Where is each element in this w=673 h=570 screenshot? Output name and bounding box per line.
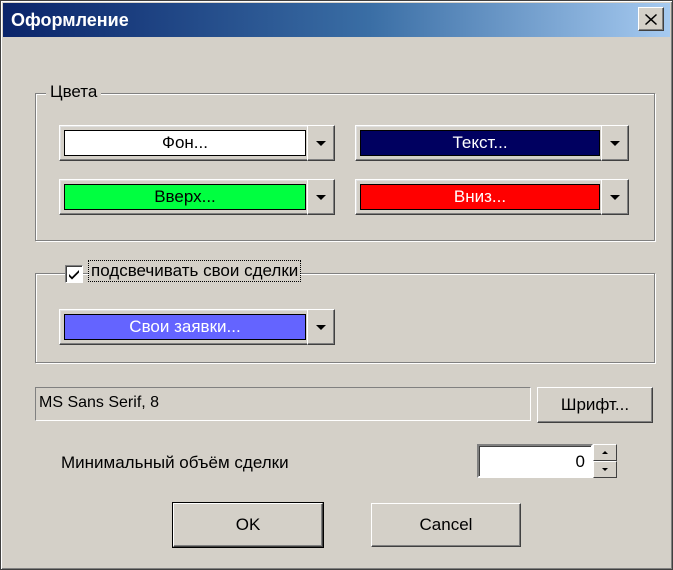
background-color-dropdown[interactable] <box>307 125 335 161</box>
up-color-label: Вверх... <box>154 187 216 206</box>
colors-groupbox: Цвета <box>35 82 655 241</box>
own-orders-color-button[interactable]: Свои заявки... <box>59 309 311 345</box>
down-color-dropdown[interactable] <box>601 179 629 215</box>
title-bar: Оформление <box>3 3 670 37</box>
min-volume-spinner <box>593 444 617 478</box>
own-orders-color-dropdown[interactable] <box>307 309 335 345</box>
down-color-swatch: Вниз... <box>360 184 600 210</box>
background-color-button[interactable]: Фон... <box>59 125 311 161</box>
close-button[interactable] <box>638 7 664 31</box>
text-color-swatch: Текст... <box>360 130 600 156</box>
font-button[interactable]: Шрифт... <box>537 387 653 423</box>
dialog-window: Оформление Цвета Фон... Текст... Вверх..… <box>0 0 673 570</box>
up-color-dropdown[interactable] <box>307 179 335 215</box>
own-orders-color-swatch: Свои заявки... <box>64 314 306 340</box>
min-volume-label: Минимальный объём сделки <box>61 453 289 472</box>
background-color-swatch: Фон... <box>64 130 306 156</box>
chevron-down-icon <box>316 194 326 200</box>
highlight-own-trades-label[interactable]: подсвечивать свои сделки <box>87 260 302 282</box>
min-volume-input[interactable]: 0 <box>477 444 593 478</box>
arrow-down-icon <box>602 468 608 471</box>
spin-down-button[interactable] <box>593 461 617 478</box>
chevron-down-icon <box>316 140 326 146</box>
close-icon <box>645 13 657 25</box>
font-display-field: MS Sans Serif, 8 <box>35 387 531 421</box>
text-color-dropdown[interactable] <box>601 125 629 161</box>
checkmark-icon <box>69 270 79 280</box>
up-color-button[interactable]: Вверх... <box>59 179 311 215</box>
chevron-down-icon <box>316 324 326 330</box>
cancel-button[interactable]: Cancel <box>371 503 521 547</box>
dialog-title: Оформление <box>11 10 129 30</box>
text-color-label: Текст... <box>452 133 508 152</box>
arrow-up-icon <box>602 451 608 454</box>
highlight-own-trades-checkbox[interactable] <box>65 265 83 283</box>
chevron-down-icon <box>610 194 620 200</box>
text-color-button[interactable]: Текст... <box>355 125 605 161</box>
down-color-button[interactable]: Вниз... <box>355 179 605 215</box>
down-color-label: Вниз... <box>453 187 507 206</box>
up-color-swatch: Вверх... <box>64 184 306 210</box>
colors-group-label: Цвета <box>46 82 102 102</box>
spin-up-button[interactable] <box>593 444 617 461</box>
chevron-down-icon <box>610 140 620 146</box>
ok-button[interactable]: OK <box>172 502 324 548</box>
background-color-label: Фон... <box>162 133 208 152</box>
own-orders-color-label: Свои заявки... <box>129 317 241 336</box>
